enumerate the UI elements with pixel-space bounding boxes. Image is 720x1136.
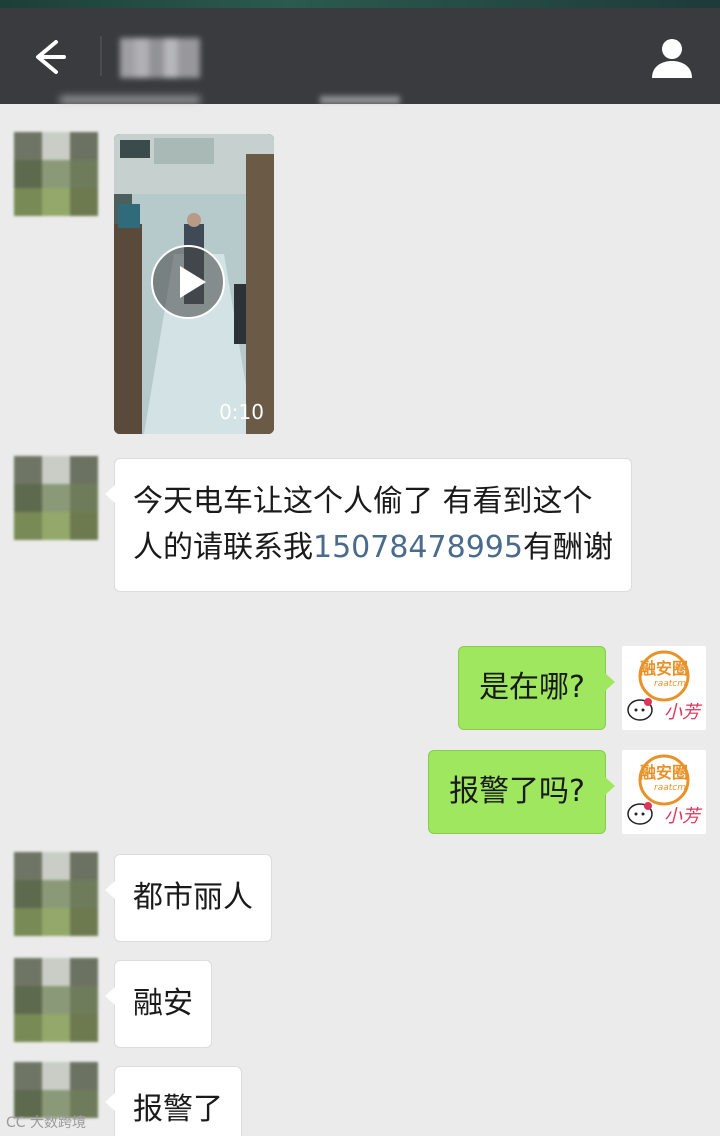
ronganquan-logo-avatar: 融安圈 raatcm 小芳: [622, 646, 706, 730]
chat-header: ■■■: [0, 8, 720, 104]
video-duration: 0:10: [219, 400, 264, 424]
svg-text:raatcm: raatcm: [654, 679, 686, 689]
contact-info-button[interactable]: [648, 34, 696, 82]
svg-text:融安圈: 融安圈: [640, 763, 688, 782]
play-icon[interactable]: [150, 244, 226, 320]
message-text: 报警了: [133, 1092, 223, 1127]
header-divider: [100, 36, 102, 76]
contact-avatar[interactable]: [14, 852, 98, 936]
message-text: 都市丽人: [133, 880, 253, 915]
contact-avatar[interactable]: [14, 456, 98, 540]
svg-text:小芳: 小芳: [664, 702, 703, 723]
my-avatar[interactable]: 融安圈 raatcm 小芳: [622, 646, 706, 730]
svg-text:融安圈: 融安圈: [640, 659, 688, 678]
svg-text:raatcm: raatcm: [654, 783, 686, 793]
message-bubble[interactable]: 今天电车让这个人偷了 有看到这个人的请联系我15078478995有酬谢: [105, 458, 632, 592]
watermark-logo-icon: ⅭⅭ: [6, 1115, 31, 1131]
message-text: 融安: [133, 986, 193, 1021]
message-text: 有酬谢: [522, 530, 613, 565]
watermark-text: 大数跨境: [30, 1115, 87, 1131]
message-bubble[interactable]: 融安: [105, 960, 212, 1048]
header-shadow: [320, 96, 400, 104]
person-icon: [652, 39, 692, 78]
contact-avatar[interactable]: [14, 132, 98, 216]
header-shadow: [60, 96, 200, 104]
contact-avatar[interactable]: [14, 958, 98, 1042]
watermark: ⅭⅭ 大数跨境: [6, 1112, 86, 1132]
phone-number-link[interactable]: 15078478995: [313, 530, 523, 565]
message-bubble[interactable]: 报警了: [105, 1066, 242, 1136]
my-avatar[interactable]: 融安圈 raatcm 小芳: [622, 750, 706, 834]
message-text: 报警了吗?: [449, 774, 585, 809]
status-bar: [0, 0, 720, 8]
chat-screen: ■■■: [0, 0, 720, 1136]
message-bubble[interactable]: 都市丽人: [105, 854, 272, 942]
chat-title: ■■■: [120, 38, 200, 78]
back-button[interactable]: [26, 34, 72, 80]
ronganquan-logo-avatar: 融安圈 raatcm 小芳: [622, 750, 706, 834]
video-message[interactable]: 0:10: [114, 134, 274, 434]
back-arrow-icon: [36, 40, 66, 74]
message-text: 是在哪?: [479, 670, 585, 705]
svg-text:小芳: 小芳: [664, 806, 703, 827]
message-bubble[interactable]: 是在哪?: [458, 646, 615, 730]
message-bubble[interactable]: 报警了吗?: [428, 750, 615, 834]
